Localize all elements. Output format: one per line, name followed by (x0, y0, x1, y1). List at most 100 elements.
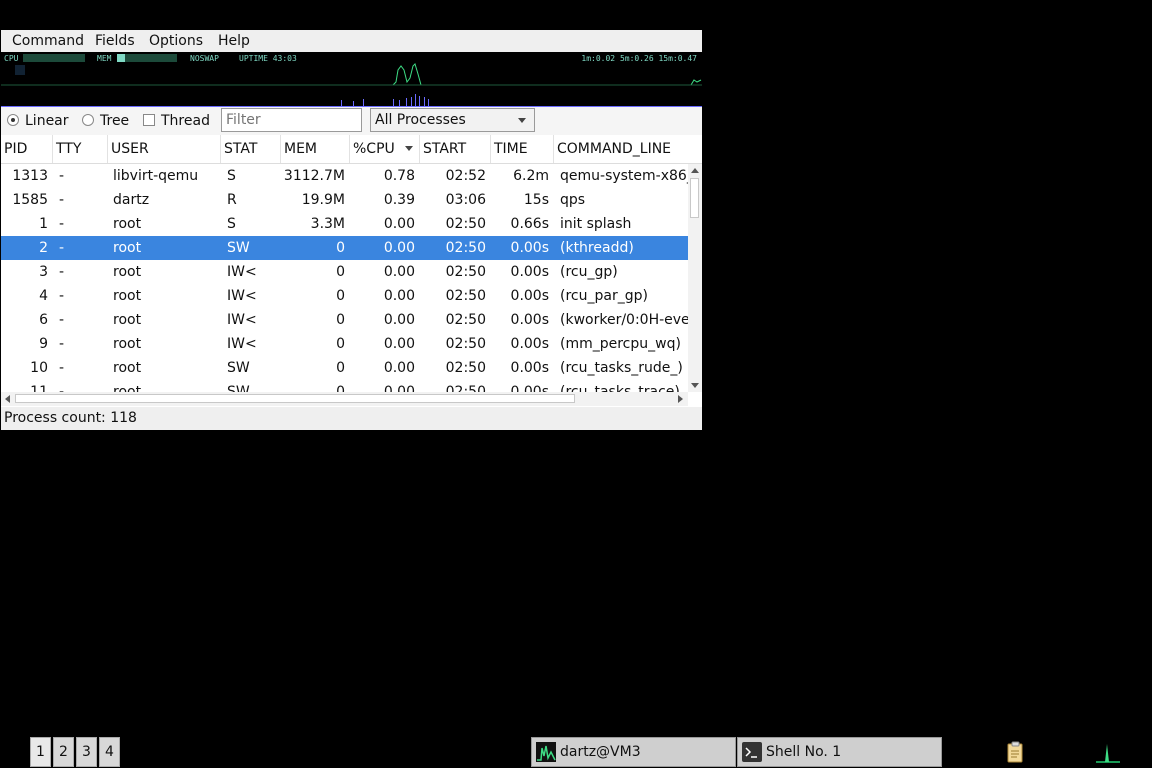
cpu-history-marker (15, 65, 25, 75)
workspace-1-button[interactable]: 1 (30, 737, 51, 767)
cell-tty: - (59, 360, 65, 376)
cell-start: 02:50 (445, 288, 486, 304)
menu-help[interactable]: Help (218, 32, 250, 50)
table-row[interactable]: 4- root IW< 0 0.00 02:50 0.00s (rcu_par_gp) (1, 284, 688, 308)
mem-used-bar (117, 54, 125, 62)
col-time[interactable]: TIME (491, 135, 554, 163)
cell-cpu: 0.00 (383, 384, 415, 392)
cell-stat: SW (227, 384, 250, 392)
cell-mem: 0 (336, 288, 345, 304)
qps-app-icon (536, 742, 556, 762)
col-command-line[interactable]: COMMAND_LINE (554, 135, 702, 163)
col-tty[interactable]: TTY (53, 135, 108, 163)
workspace-3-button[interactable]: 3 (76, 737, 97, 767)
thread-label[interactable]: Thread (161, 112, 210, 130)
cell-stat: S (227, 216, 236, 232)
cell-time: 0.00s (510, 384, 549, 392)
cell-pid: 10 (30, 360, 48, 376)
menu-bar: Command Fields Options Help (1, 30, 702, 53)
terminal-icon (742, 742, 762, 762)
table-row[interactable]: 10- root SW 0 0.00 02:50 0.00s (rcu_tasks_rude_… (1, 356, 688, 380)
workspace-2-button[interactable]: 2 (53, 737, 74, 767)
menu-options[interactable]: Options (149, 32, 203, 50)
task-shell[interactable]: Shell No. 1 (737, 737, 942, 767)
cell-time: 0.00s (510, 336, 549, 352)
clipboard-icon[interactable] (1004, 740, 1028, 764)
cell-pid: 1313 (12, 168, 48, 184)
table-row[interactable]: 2- root SW 0 0.00 02:50 0.00s (kthreadd) (1, 236, 688, 260)
table-row[interactable]: 1- root S 3.3M 0.00 02:50 0.66s init splash (1, 212, 688, 236)
cell-start: 02:50 (445, 360, 486, 376)
table-row[interactable]: 6- root IW< 0 0.00 02:50 0.00s (kworker/0:0H-ev… (1, 308, 688, 332)
cell-tty: - (59, 192, 65, 208)
filter-input[interactable] (221, 108, 362, 132)
chevron-down-icon (518, 118, 526, 123)
cell-mem: 0 (336, 360, 345, 376)
select-value: All Processes (375, 112, 466, 128)
cell-start: 02:52 (445, 168, 486, 184)
vertical-scroll-thumb[interactable] (690, 178, 699, 218)
col-start[interactable]: START (420, 135, 491, 163)
col-stat[interactable]: STAT (221, 135, 281, 163)
cell-mem: 0 (336, 312, 345, 328)
linear-label[interactable]: Linear (25, 112, 69, 130)
vertical-scrollbar[interactable] (688, 164, 702, 392)
thread-checkbox[interactable] (143, 114, 155, 126)
cell-user: libvirt-qemu (113, 168, 199, 184)
scroll-down-icon[interactable] (691, 383, 699, 388)
cell-cpu: 0.78 (383, 168, 415, 184)
task-qps[interactable]: dartz@VM3 (531, 737, 736, 767)
scroll-right-icon[interactable] (678, 395, 683, 403)
cell-time: 15s (523, 192, 549, 208)
cell-pid: 4 (39, 288, 48, 304)
menu-fields[interactable]: Fields (95, 32, 135, 50)
table-row[interactable]: 3- root IW< 0 0.00 02:50 0.00s (rcu_gp) (1, 260, 688, 284)
cell-stat: SW (227, 360, 250, 376)
scroll-left-icon[interactable] (5, 395, 10, 403)
cpu-label: CPU (4, 54, 19, 63)
col-pid[interactable]: PID (1, 135, 53, 163)
table-header: PID TTY USER STAT MEM %CPU START TIME CO… (1, 135, 702, 164)
cell-command-line: qps (560, 192, 586, 208)
cell-stat: S (227, 168, 236, 184)
table-row[interactable]: 11 - root SW 0 0.00 02:50 0.00s (rcu_tasks_trace… (1, 380, 688, 392)
toolbar: Linear Tree Thread All Processes (1, 107, 702, 135)
col-mem[interactable]: MEM (281, 135, 350, 163)
table-row[interactable]: 1313- libvirt-qemu S 3112.7M 0.78 02:52 6.2m qe… (1, 164, 688, 188)
cell-command-line: (rcu_tasks_rude_) (560, 360, 683, 376)
cpu-monitor-tray-icon[interactable] (1096, 740, 1120, 764)
cell-tty: - (59, 240, 65, 256)
cell-start: 02:50 (445, 240, 486, 256)
swap-label: NOSWAP (190, 54, 219, 63)
col-user[interactable]: USER (108, 135, 221, 163)
horizontal-scrollbar[interactable] (1, 392, 688, 406)
cell-tty: - (59, 216, 65, 232)
tree-label[interactable]: Tree (100, 112, 129, 130)
cell-tty: - (59, 384, 65, 392)
mem-bar (117, 54, 177, 62)
mem-label: MEM (97, 54, 112, 63)
cell-command-line: (kworker/0:0H-ever (560, 312, 688, 328)
col-cpu[interactable]: %CPU (350, 135, 420, 163)
scroll-up-icon[interactable] (691, 168, 699, 173)
process-filter-select[interactable]: All Processes (370, 108, 535, 132)
load-label: 1m:0.02 5m:0.26 15m:0.47 (581, 54, 697, 63)
cell-tty: - (59, 336, 65, 352)
cell-tty: - (59, 264, 65, 280)
tree-radio[interactable] (82, 114, 94, 126)
cell-pid: 6 (39, 312, 48, 328)
linear-radio[interactable] (7, 114, 19, 126)
col-cpu-label: %CPU (353, 141, 395, 157)
cell-cpu: 0.00 (383, 240, 415, 256)
cell-command-line: (mm_percpu_wq) (560, 336, 681, 352)
workspace-4-button[interactable]: 4 (99, 737, 120, 767)
menu-command[interactable]: Command (12, 32, 84, 50)
table-row[interactable]: 9- root IW< 0 0.00 02:50 0.00s (mm_percpu_wq) (1, 332, 688, 356)
table-row[interactable]: 1585- dartz R 19.9M 0.39 03:06 15s qps (1, 188, 688, 212)
cell-cpu: 0.00 (383, 216, 415, 232)
cell-time: 0.00s (510, 312, 549, 328)
sort-descending-icon (405, 146, 413, 151)
horizontal-scroll-thumb[interactable] (15, 394, 575, 403)
cell-time: 6.2m (513, 168, 549, 184)
cell-command-line: init splash (560, 216, 632, 232)
